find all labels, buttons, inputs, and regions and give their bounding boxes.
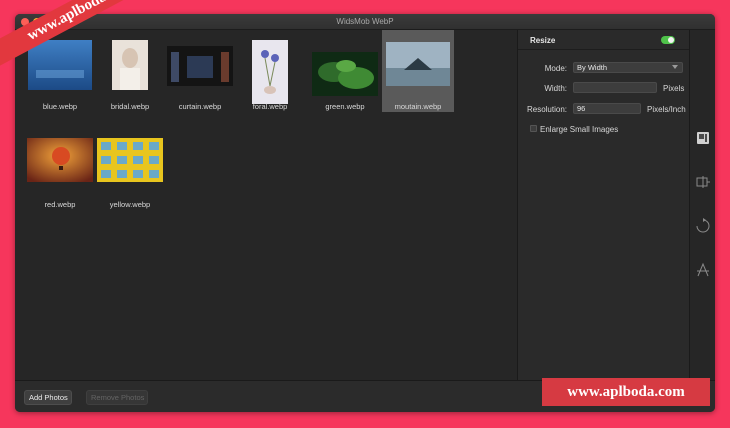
chevron-down-icon xyxy=(672,65,678,69)
resolution-input[interactable]: 96 xyxy=(573,103,641,114)
resize-header: Resize xyxy=(518,30,689,50)
photo-filename: foral.webp xyxy=(252,102,288,111)
photo-gallery: blue.webp bridal.webp curtain.webp foral… xyxy=(15,30,517,380)
photo-tile-curtain[interactable]: curtain.webp xyxy=(165,40,235,122)
width-unit: Pixels xyxy=(663,84,685,93)
mode-select[interactable]: By Width xyxy=(573,62,683,73)
width-input[interactable] xyxy=(573,82,657,93)
photo-thumbnail xyxy=(312,52,378,96)
remove-photos-button[interactable]: Remove Photos xyxy=(86,390,148,405)
photo-filename: curtain.webp xyxy=(178,102,222,111)
resize-title: Resize xyxy=(530,36,556,45)
watermark-icon[interactable] xyxy=(695,174,711,190)
photo-tile-bridal[interactable]: bridal.webp xyxy=(95,40,165,122)
photo-thumbnail xyxy=(28,40,92,90)
resize-icon[interactable] xyxy=(695,130,711,146)
watermark-corner-banner: www.aplboda.com xyxy=(542,378,710,406)
photo-thumbnail xyxy=(97,138,163,182)
mode-label: Mode: xyxy=(544,64,567,73)
resolution-unit: Pixels/Inch xyxy=(647,105,686,114)
photo-tile-blue[interactable]: blue.webp xyxy=(25,40,95,122)
photo-filename: moutain.webp xyxy=(394,102,442,111)
width-label: Width: xyxy=(544,84,567,93)
mode-select-value: By Width xyxy=(577,63,608,72)
photo-filename: green.webp xyxy=(325,102,365,111)
tool-strip xyxy=(689,30,715,380)
enlarge-label: Enlarge Small Images xyxy=(540,125,619,134)
photo-filename: bridal.webp xyxy=(110,102,150,111)
rotate-icon[interactable] xyxy=(695,218,711,234)
photo-filename: blue.webp xyxy=(42,102,78,111)
app-window: WidsMob WebP blue.webp bridal.webp curta… xyxy=(15,14,715,412)
photo-tile-foral[interactable]: foral.webp xyxy=(235,40,305,122)
add-photos-button[interactable]: Add Photos xyxy=(24,390,72,405)
photo-tile-moutain[interactable]: moutain.webp xyxy=(382,30,454,112)
photo-tile-red[interactable]: red.webp xyxy=(25,124,95,209)
window-title: WidsMob WebP xyxy=(336,17,394,26)
photo-thumbnail xyxy=(27,138,93,182)
photo-filename: yellow.webp xyxy=(109,200,151,209)
resize-toggle[interactable] xyxy=(661,36,675,44)
resize-settings-panel: Resize Mode: By Width Width: Pixels Reso… xyxy=(517,30,689,380)
photo-filename: red.webp xyxy=(44,200,76,209)
photo-thumbnail xyxy=(167,46,233,86)
resolution-label: Resolution: xyxy=(526,105,567,114)
photo-tile-green[interactable]: green.webp xyxy=(310,40,380,122)
photo-tile-yellow[interactable]: yellow.webp xyxy=(95,124,165,209)
photo-thumbnail xyxy=(386,42,450,86)
title-bar[interactable]: WidsMob WebP xyxy=(15,14,715,30)
photo-thumbnail xyxy=(112,40,148,90)
text-icon[interactable] xyxy=(695,262,711,278)
enlarge-checkbox[interactable] xyxy=(530,125,537,132)
photo-thumbnail xyxy=(252,40,288,104)
